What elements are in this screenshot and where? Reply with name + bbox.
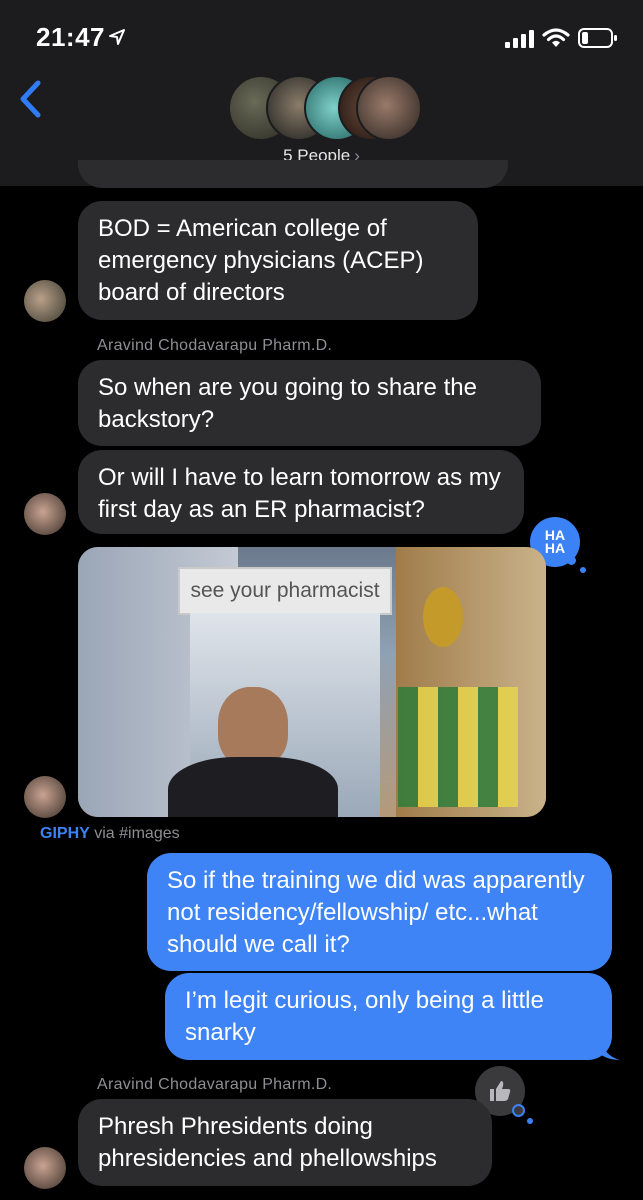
wifi-icon: [542, 28, 570, 47]
avatar: [24, 776, 66, 818]
message-bubble-outgoing[interactable]: I’m legit curious, only being a little s…: [165, 973, 612, 1060]
message-bubble[interactable]: So when are you going to share the backs…: [78, 360, 541, 446]
gif-products: [398, 687, 518, 807]
conversation-header: 21:47 5 People ›: [0, 0, 643, 186]
gif-source[interactable]: GIPHY via #images: [40, 825, 180, 843]
sender-name: Aravind Chodavarapu Pharm.D.: [97, 1076, 333, 1093]
message-bubble[interactable]: Or will I have to learn tomorrow as my f…: [78, 450, 524, 534]
reaction-tail: [567, 556, 576, 565]
back-chevron-icon[interactable]: [16, 80, 44, 118]
gif-person-body: [168, 757, 338, 817]
reaction-tail: [512, 1104, 525, 1117]
gif-sign: see your pharmacist: [178, 567, 392, 615]
message-bubble[interactable]: BOD = American college of emergency phys…: [78, 201, 478, 320]
battery-icon: [578, 28, 617, 48]
avatar: [24, 493, 66, 535]
message-bubble-partial: [78, 160, 508, 188]
avatar: [24, 1147, 66, 1189]
sender-name: Aravind Chodavarapu Pharm.D.: [97, 337, 333, 354]
message-bubble[interactable]: Phresh Phresidents doing phresidencies a…: [78, 1099, 492, 1186]
gif-image[interactable]: see your pharmacist: [78, 547, 546, 817]
avatar: [24, 280, 66, 322]
message-bubble-outgoing[interactable]: So if the training we did was apparently…: [147, 853, 612, 971]
reaction-tail: [580, 567, 586, 573]
avatar: [356, 75, 422, 141]
reaction-tail: [527, 1118, 533, 1124]
signal-bars-icon: [505, 30, 534, 48]
location-arrow-icon: [109, 29, 125, 45]
thumbs-up-glyph: [490, 1081, 511, 1101]
giphy-brand: GIPHY: [40, 825, 90, 842]
status-time: 21:47: [36, 22, 105, 52]
gif-source-via: via #images: [89, 825, 180, 842]
gif-sticker: [423, 587, 463, 647]
gif-person-head: [218, 687, 288, 767]
bubble-tail: [600, 1038, 620, 1060]
